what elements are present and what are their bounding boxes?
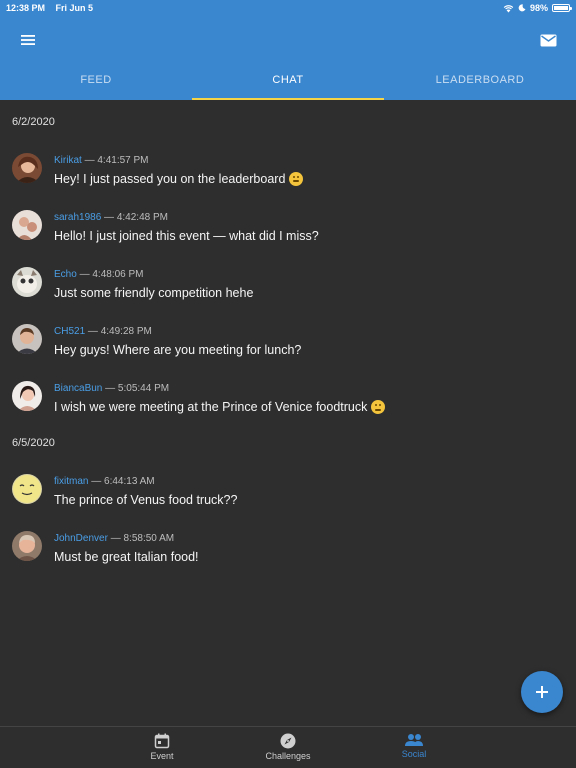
- tab-feed[interactable]: FEED: [0, 62, 192, 100]
- tab-leaderboard[interactable]: LEADERBOARD: [384, 62, 576, 100]
- tab-bar: FEED CHAT LEADERBOARD: [0, 62, 576, 100]
- status-bar: 12:38 PM Fri Jun 5 98%: [0, 0, 576, 16]
- date-separator: 6/2/2020: [12, 116, 55, 128]
- message-text: Hey guys! Where are you meeting for lunc…: [54, 343, 302, 357]
- message-timestamp: — 4:49:28 PM: [87, 326, 152, 337]
- chat-list[interactable]: 6/2/2020 Kirikat — 4:41:57 PM Hey! I jus…: [0, 100, 576, 726]
- pensive-face-emoji-icon: [371, 400, 386, 414]
- grinning-face-emoji-icon: [289, 172, 304, 186]
- app-header: 12:38 PM Fri Jun 5 98% FEED CHAT LEADERB…: [0, 0, 576, 100]
- chat-message: JohnDenver — 8:58:50 AM Must be great It…: [0, 531, 576, 581]
- nav-social-label: Social: [401, 749, 427, 759]
- message-timestamp: — 8:58:50 AM: [110, 533, 175, 544]
- nav-event-label: Event: [150, 751, 174, 761]
- people-icon: [405, 734, 423, 746]
- nav-challenges[interactable]: Challenges: [225, 727, 351, 768]
- status-time: 12:38 PM: [6, 3, 46, 13]
- status-date: Fri Jun 5: [55, 3, 94, 13]
- message-timestamp: — 6:44:13 AM: [91, 476, 155, 487]
- mail-icon: [540, 34, 556, 46]
- message-timestamp: — 5:05:44 PM: [105, 383, 170, 394]
- compass-icon: [280, 733, 296, 749]
- message-username[interactable]: Echo: [54, 269, 77, 280]
- message-text: Just some friendly competition hehe: [54, 286, 254, 300]
- nav-social[interactable]: Social: [351, 727, 477, 768]
- hamburger-menu-icon: [21, 35, 35, 45]
- message-text: Must be great Italian food!: [54, 550, 199, 564]
- message-text: Hey! I just passed you on the leaderboar…: [54, 172, 286, 186]
- chat-message: fixitman — 6:44:13 AM The prince of Venu…: [0, 474, 576, 524]
- battery-icon: [552, 4, 572, 12]
- message-username[interactable]: BiancaBun: [54, 383, 102, 394]
- plus-icon: [536, 686, 548, 698]
- app-bar: [0, 20, 576, 60]
- chat-message: CH521 — 4:49:28 PM Hey guys! Where are y…: [0, 324, 576, 374]
- chat-message: BiancaBun — 5:05:44 PM I wish we were me…: [0, 381, 576, 431]
- message-text: I wish we were meeting at the Prince of …: [54, 400, 368, 414]
- hamburger-menu-button[interactable]: [14, 26, 42, 54]
- message-username[interactable]: JohnDenver: [54, 533, 108, 544]
- battery-percent: 98%: [529, 3, 548, 13]
- message-timestamp: — 4:41:57 PM: [84, 155, 149, 166]
- avatar[interactable]: [12, 531, 42, 561]
- wifi-icon: [503, 4, 514, 12]
- nav-challenges-label: Challenges: [265, 751, 311, 761]
- new-message-fab-button[interactable]: [521, 671, 563, 713]
- date-separator: 6/5/2020: [12, 437, 55, 449]
- message-username[interactable]: CH521: [54, 326, 85, 337]
- avatar[interactable]: [12, 210, 42, 240]
- avatar[interactable]: [12, 153, 42, 183]
- calendar-icon: [154, 733, 170, 749]
- message-timestamp: — 4:42:48 PM: [104, 212, 168, 223]
- chat-message: sarah1986 — 4:42:48 PM Hello! I just joi…: [0, 210, 576, 260]
- mail-button[interactable]: [534, 26, 562, 54]
- message-text: Hello! I just joined this event — what d…: [54, 229, 319, 243]
- message-username[interactable]: fixitman: [54, 476, 88, 487]
- chat-message: Kirikat — 4:41:57 PM Hey! I just passed …: [0, 153, 576, 203]
- moon-icon: [518, 4, 526, 12]
- avatar[interactable]: [12, 324, 42, 354]
- bottom-navigation: Event Challenges Social: [0, 726, 576, 768]
- message-username[interactable]: Kirikat: [54, 155, 82, 166]
- message-timestamp: — 4:48:06 PM: [79, 269, 144, 280]
- tab-chat[interactable]: CHAT: [192, 62, 384, 100]
- avatar[interactable]: [12, 267, 42, 297]
- avatar[interactable]: [12, 381, 42, 411]
- avatar[interactable]: [12, 474, 42, 504]
- message-text: The prince of Venus food truck??: [54, 493, 238, 507]
- nav-event[interactable]: Event: [99, 727, 225, 768]
- message-username[interactable]: sarah1986: [54, 212, 101, 223]
- chat-message: Echo — 4:48:06 PM Just some friendly com…: [0, 267, 576, 317]
